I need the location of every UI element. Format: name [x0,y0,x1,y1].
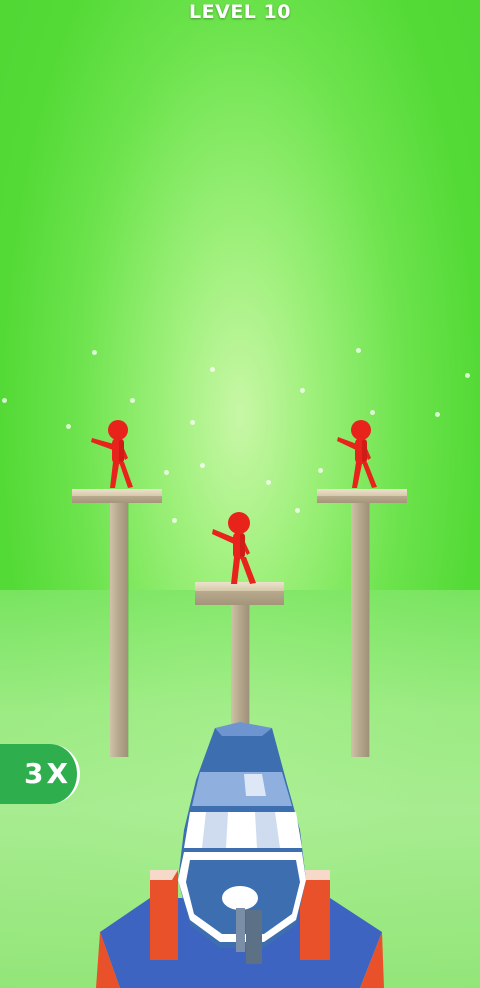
enemy-stickman-icon[interactable] [88,418,144,492]
cannon-icon[interactable] [0,720,480,988]
game-scene[interactable]: LEVEL 10 3X [0,0,480,988]
enemy-stickman-icon[interactable] [334,418,390,492]
level-indicator: LEVEL 10 [189,1,291,23]
enemy-stickman-icon[interactable] [210,511,266,587]
